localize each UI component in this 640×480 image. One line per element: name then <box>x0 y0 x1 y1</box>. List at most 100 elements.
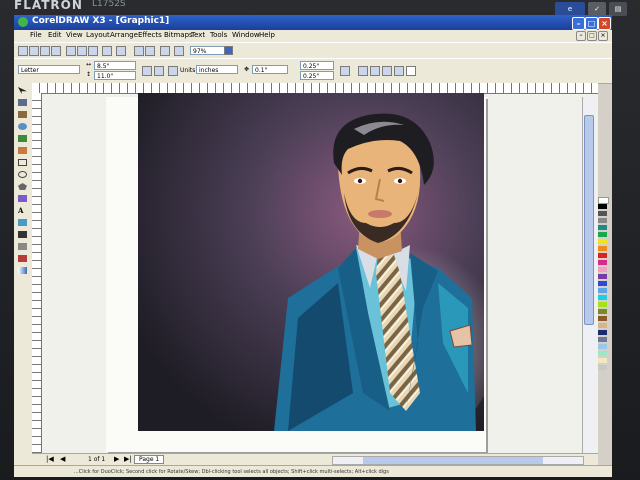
duplicate-y-field[interactable]: 0.25" <box>300 71 334 80</box>
page-tab[interactable]: Page 1 <box>134 455 165 464</box>
swatch-brown[interactable] <box>598 316 607 321</box>
text-tool-icon[interactable]: A <box>18 207 27 214</box>
page-height-field[interactable]: 11.0" <box>94 71 136 80</box>
vertical-scrollbar[interactable] <box>582 97 595 453</box>
swatch-dark-gray[interactable] <box>598 211 607 216</box>
undo-icon[interactable] <box>102 46 112 56</box>
page-width-field[interactable]: 8.5" <box>94 61 136 70</box>
vertical-scroll-thumb[interactable] <box>584 115 594 325</box>
swatch-yellow[interactable] <box>598 239 607 244</box>
menu-bitmaps[interactable]: Bitmaps <box>164 31 193 39</box>
maximize-button[interactable]: □ <box>585 17 598 30</box>
close-button[interactable]: × <box>598 17 611 30</box>
swatch-cream[interactable] <box>598 358 607 363</box>
nudge-distance-field[interactable]: 0.1" <box>252 65 288 74</box>
menu-view[interactable]: View <box>66 31 83 39</box>
fill-tool-icon[interactable] <box>18 255 27 262</box>
first-page-icon[interactable]: |◀ <box>46 455 54 463</box>
menu-layout[interactable]: Layout <box>86 31 110 39</box>
ellipse-tool-icon[interactable] <box>18 171 27 178</box>
new-icon[interactable] <box>18 46 28 56</box>
menu-window[interactable]: Window <box>232 31 260 39</box>
smart-fill-tool-icon[interactable] <box>18 147 27 154</box>
duplicate-x-field[interactable]: 0.25" <box>300 61 334 70</box>
swatch-sky[interactable] <box>598 344 607 349</box>
save-icon[interactable] <box>40 46 50 56</box>
paste-icon[interactable] <box>88 46 98 56</box>
treat-as-filled-icon[interactable] <box>370 66 380 76</box>
portrait-icon[interactable] <box>142 66 152 76</box>
interactive-fill-tool-icon[interactable] <box>18 267 27 274</box>
prev-page-icon[interactable]: ◀ <box>60 455 65 463</box>
minimize-button[interactable]: – <box>572 17 585 30</box>
units-select[interactable]: inches <box>196 65 238 74</box>
status-hint: ...Click for DuoClick; Second click for … <box>74 469 389 475</box>
outline-tool-icon[interactable] <box>18 243 27 250</box>
redo-icon[interactable] <box>116 46 126 56</box>
swatch-mint[interactable] <box>598 351 607 356</box>
swatch-none[interactable] <box>598 197 609 204</box>
doc-restore-button[interactable]: □ <box>587 31 597 41</box>
print-icon[interactable] <box>51 46 61 56</box>
app-launcher-icon[interactable] <box>160 46 170 56</box>
horizontal-scroll-thumb[interactable] <box>363 457 543 464</box>
zoom-tool-icon[interactable] <box>18 123 27 130</box>
swatch-magenta[interactable] <box>598 260 607 265</box>
pointer-mode-icon[interactable] <box>406 66 416 76</box>
copy-icon[interactable] <box>77 46 87 56</box>
rectangle-tool-icon[interactable] <box>18 159 27 166</box>
menu-help[interactable]: Help <box>259 31 275 39</box>
swatch-tan[interactable] <box>598 323 607 328</box>
swatch-cyan[interactable] <box>598 295 607 300</box>
polygon-tool-icon[interactable] <box>18 183 27 190</box>
freehand-tool-icon[interactable] <box>18 135 27 142</box>
swatch-purple[interactable] <box>598 274 607 279</box>
next-page-icon[interactable]: ▶ <box>114 455 119 463</box>
zoom-dropdown-icon[interactable] <box>224 46 233 55</box>
vertical-ruler[interactable] <box>32 93 42 453</box>
swatch-orange[interactable] <box>598 246 607 251</box>
paper-preset-select[interactable]: Letter <box>18 65 80 74</box>
swatch-red[interactable] <box>598 253 607 258</box>
interactive-blend-tool-icon[interactable] <box>18 219 27 226</box>
export-icon[interactable] <box>145 46 155 56</box>
menu-tools[interactable]: Tools <box>210 31 227 39</box>
menu-edit[interactable]: Edit <box>48 31 62 39</box>
swatch-light-blue[interactable] <box>598 288 607 293</box>
menu-arrange[interactable]: Arrange <box>110 31 138 39</box>
basic-shapes-tool-icon[interactable] <box>18 195 27 202</box>
menu-effects[interactable]: Effects <box>138 31 162 39</box>
pick-tool-icon[interactable] <box>18 87 27 94</box>
corel-online-icon[interactable] <box>174 46 184 56</box>
all-pages-icon[interactable] <box>168 66 178 76</box>
menu-text[interactable]: Text <box>191 31 205 39</box>
doc-minimize-button[interactable]: – <box>576 31 586 41</box>
draw-behind-icon[interactable] <box>382 66 392 76</box>
open-icon[interactable] <box>29 46 39 56</box>
units-toggle-icon[interactable] <box>358 66 368 76</box>
swatch-silver[interactable] <box>598 365 607 370</box>
swatch-olive[interactable] <box>598 309 607 314</box>
cut-icon[interactable] <box>66 46 76 56</box>
last-page-icon[interactable]: ▶| <box>124 455 132 463</box>
doc-close-button[interactable]: × <box>598 31 608 41</box>
horizontal-scrollbar[interactable] <box>332 456 584 465</box>
eyedropper-tool-icon[interactable] <box>18 231 27 238</box>
swatch-pink[interactable] <box>598 267 607 272</box>
swatch-gray[interactable] <box>598 218 607 223</box>
swatch-black[interactable] <box>598 204 607 209</box>
options-icon[interactable] <box>394 66 404 76</box>
menu-file[interactable]: File <box>30 31 42 39</box>
swatch-steel[interactable] <box>598 337 607 342</box>
swatch-teal[interactable] <box>598 225 607 230</box>
snap-icon[interactable] <box>340 66 350 76</box>
swatch-blue[interactable] <box>598 281 607 286</box>
crop-tool-icon[interactable] <box>18 111 27 118</box>
swatch-navy[interactable] <box>598 330 607 335</box>
landscape-icon[interactable] <box>154 66 164 76</box>
portrait-artwork[interactable] <box>138 93 484 431</box>
shape-tool-icon[interactable] <box>18 99 27 106</box>
import-icon[interactable] <box>134 46 144 56</box>
swatch-lime[interactable] <box>598 302 607 307</box>
swatch-green[interactable] <box>598 232 607 237</box>
